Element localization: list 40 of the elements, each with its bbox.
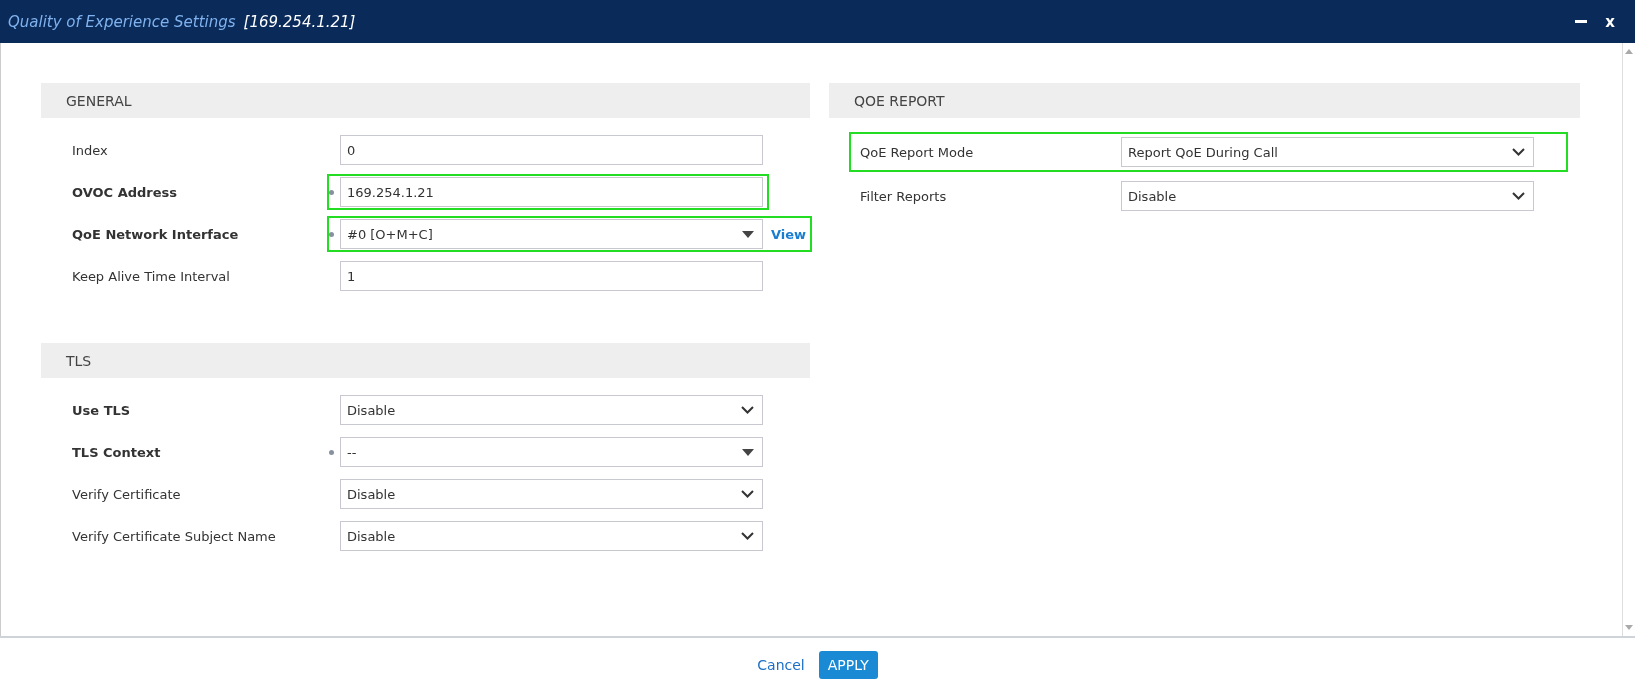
chevron-down-icon: [1512, 192, 1525, 200]
section-header: TLS: [41, 343, 810, 378]
apply-button[interactable]: APPLY: [818, 651, 878, 679]
dropdown[interactable]: #0 [O+M+C]: [340, 219, 763, 249]
scrollbar[interactable]: [1622, 43, 1635, 636]
view-link[interactable]: View: [771, 226, 807, 242]
scroll-down-icon: [1625, 625, 1633, 630]
chevron-down-icon: [1512, 148, 1525, 156]
field-label: Verify Certificate: [72, 486, 182, 502]
input-field[interactable]: 169.254.1.21: [340, 177, 763, 207]
section-header: QOE REPORT: [829, 83, 1580, 118]
dropdown[interactable]: Disable: [1121, 181, 1534, 211]
dropdown[interactable]: Disable: [340, 521, 763, 551]
caret-down-icon: [742, 230, 754, 238]
minimize-icon: [1575, 19, 1588, 24]
field-label: QoE Report Mode: [860, 144, 975, 160]
dropdown[interactable]: Report QoE During Call: [1121, 137, 1534, 167]
window-title: Quality of Experience Settings: [8, 12, 236, 31]
field-label: Index: [72, 142, 109, 158]
chevron-down-icon: [741, 406, 754, 414]
input-field[interactable]: 1: [340, 261, 763, 291]
caret-down-icon: [742, 448, 754, 456]
chevron-down-icon: [741, 490, 754, 498]
field-label: Use TLS: [72, 402, 132, 418]
field-label: Keep Alive Time Interval: [72, 268, 231, 284]
field-label: TLS Context: [72, 444, 162, 460]
field-label: OVOC Address: [72, 184, 179, 200]
field-label: QoE Network Interface: [72, 226, 240, 242]
dropdown[interactable]: Disable: [340, 395, 763, 425]
scroll-up-icon: [1625, 49, 1633, 54]
window-subtitle: [169.254.1.21]: [243, 12, 356, 31]
section-header: GENERAL: [41, 83, 810, 118]
dropdown[interactable]: --: [340, 437, 763, 467]
close-button[interactable]: x: [1601, 10, 1619, 33]
field-label: Filter Reports: [860, 188, 948, 204]
field-label: Verify Certificate Subject Name: [72, 528, 277, 544]
cancel-link[interactable]: Cancel: [757, 657, 805, 673]
chevron-down-icon: [741, 532, 754, 540]
dropdown[interactable]: Disable: [340, 479, 763, 509]
input-field[interactable]: 0: [340, 135, 763, 165]
